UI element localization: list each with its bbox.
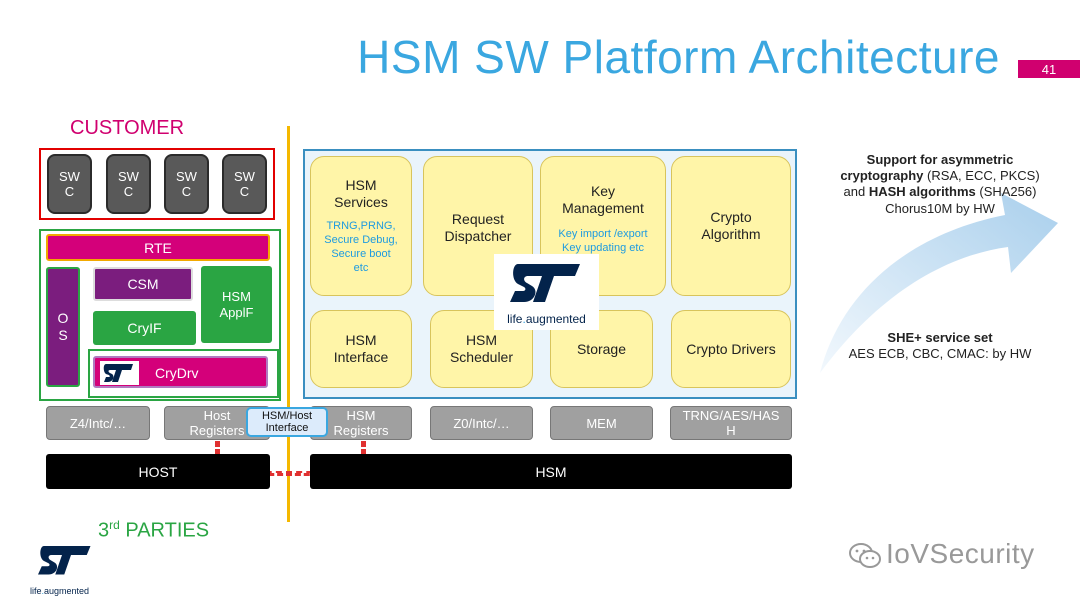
customer-label: CUSTOMER <box>70 117 185 139</box>
rte-block: RTE <box>46 234 270 261</box>
st-logo: life.augmented <box>494 254 599 330</box>
page-number: 41 <box>1041 61 1057 77</box>
st-logo-footer: life.augmented <box>30 543 110 596</box>
z4-intc-block: Z4/Intc/… <box>46 406 150 440</box>
she-service-note: SHE+ service set AES ECB, CBC, CMAC: by … <box>848 330 1032 361</box>
page-number-badge: 41 <box>1018 60 1080 78</box>
host-bar: HOST <box>46 454 270 489</box>
swc-block: SW C <box>47 154 92 214</box>
hsm-services-block: HSM Services TRNG,PRNG, Secure Debug, Se… <box>310 156 412 296</box>
logo-tagline: life.augmented <box>507 312 586 326</box>
crydrv-label: CryDrv <box>155 365 199 381</box>
swc-block: SW C <box>106 154 151 214</box>
mem-block: MEM <box>550 406 653 440</box>
wechat-icon <box>849 542 881 568</box>
hsm-interface-block: HSM Interface <box>310 310 412 388</box>
crypto-algorithm-block: Crypto Algorithm <box>671 156 791 296</box>
page-title: HSM SW Platform Architecture <box>357 31 1000 83</box>
swc-block: SW C <box>164 154 209 214</box>
footer-tagline: life.augmented <box>30 586 90 596</box>
swc-block: SW C <box>222 154 267 214</box>
hsm-host-interface-label: HSM/Host Interface <box>246 407 328 437</box>
watermark: IoVSecurity <box>848 538 1035 570</box>
csm-block: CSM <box>93 267 193 301</box>
hsm-bar: HSM <box>310 454 792 489</box>
os-block: OS <box>46 267 80 387</box>
cryif-block: CryIF <box>93 311 196 345</box>
hsm-applif-block: HSM ApplF <box>201 266 272 343</box>
crypto-drivers-block: Crypto Drivers <box>671 310 791 388</box>
asymmetric-crypto-note: Support for asymmetric cryptography (RSA… <box>840 152 1040 216</box>
watermark-text: IoVSecurity <box>886 538 1035 569</box>
st-logo-small <box>100 361 139 385</box>
trng-aes-hash-block: TRNG/AES/HAS H <box>670 406 792 440</box>
z0-intc-block: Z0/Intc/… <box>430 406 533 440</box>
customer-hsm-divider <box>287 126 290 522</box>
third-parties-label: 3rd PARTIES <box>98 518 210 542</box>
